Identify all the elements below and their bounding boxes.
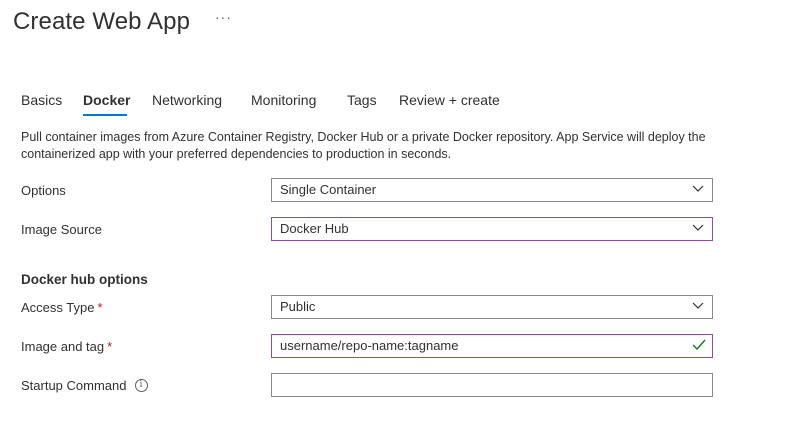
chevron-down-icon	[692, 185, 704, 192]
startup-command-label-text: Startup Command	[21, 378, 127, 393]
options-value: Single Container	[280, 182, 377, 197]
startup-command-input[interactable]	[271, 373, 713, 397]
access-type-label-text: Access Type	[21, 300, 95, 315]
active-tab-indicator	[83, 114, 127, 116]
tab-monitoring[interactable]: Monitoring	[251, 90, 316, 110]
startup-command-text-field[interactable]	[278, 375, 702, 397]
image-tag-input[interactable]: username/repo-name:tagname	[271, 334, 713, 358]
image-source-dropdown[interactable]: Docker Hub	[271, 217, 713, 241]
tab-networking[interactable]: Networking	[152, 90, 222, 110]
description-text: Pull container images from Azure Contain…	[21, 130, 706, 161]
tab-tags[interactable]: Tags	[347, 90, 377, 110]
required-marker: *	[107, 339, 113, 354]
access-type-value: Public	[280, 299, 316, 314]
access-type-dropdown[interactable]: Public	[271, 295, 713, 319]
options-label: Options	[21, 183, 66, 198]
chevron-down-icon	[692, 302, 704, 309]
image-tag-label-text: Image and tag	[21, 339, 105, 354]
required-marker: *	[97, 300, 103, 315]
image-source-label: Image Source	[21, 222, 102, 237]
image-tag-label: Image and tag *	[21, 338, 112, 356]
options-dropdown[interactable]: Single Container	[271, 178, 713, 202]
chevron-down-icon	[692, 224, 704, 231]
docker-hub-options-heading: Docker hub options	[21, 272, 148, 287]
startup-command-label: Startup Command i	[21, 377, 148, 395]
info-icon[interactable]: i	[134, 379, 148, 393]
image-source-value: Docker Hub	[280, 221, 349, 236]
image-tag-value: username/repo-name:tagname	[280, 338, 459, 353]
checkmark-icon	[692, 339, 706, 351]
tab-review-create[interactable]: Review + create	[399, 90, 500, 110]
tab-docker[interactable]: Docker	[83, 90, 130, 110]
tab-basics[interactable]: Basics	[21, 90, 62, 110]
more-options-icon[interactable]: ···	[215, 9, 232, 25]
page-title: Create Web App	[13, 8, 191, 35]
access-type-label: Access Type *	[21, 299, 103, 317]
